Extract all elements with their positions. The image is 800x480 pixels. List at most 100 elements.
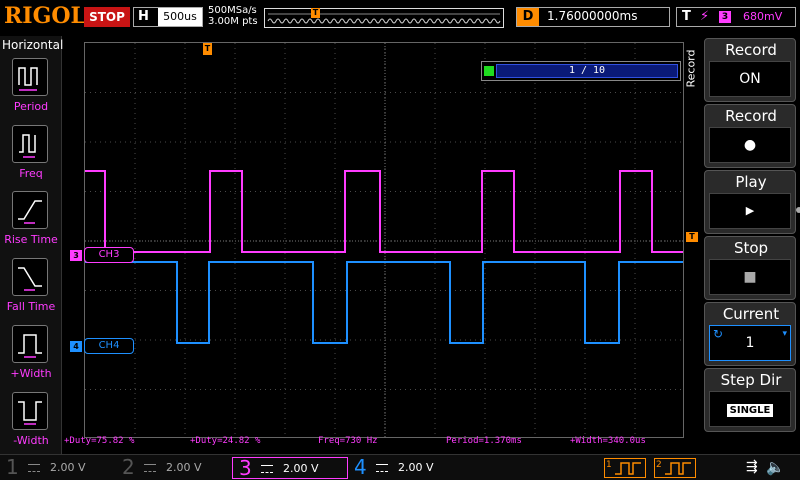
ch1-scale: 2.00 V (50, 461, 86, 474)
ch4-status[interactable]: 4 2.00 V (348, 455, 464, 479)
fall-time-icon (12, 258, 48, 296)
measurement-results: +Duty=75.82 % +Duty=24.82 % Freq=730 Hz … (62, 436, 684, 450)
top-status-bar: RIGOL STOP H 500us 500MSa/s 3.00M pts T … (0, 0, 800, 36)
trigger-level: 680mV (743, 10, 783, 23)
ch3-trace (85, 170, 683, 253)
brand-logo: RIGOL (4, 3, 86, 29)
pos-width-icon (12, 325, 48, 363)
trigger-slot-number: 2 (656, 460, 662, 470)
current-frame-value: ↻ 1 ▾ (709, 325, 791, 361)
scroll-arrows-icon: ▾ (782, 329, 787, 339)
measure-period-button[interactable]: Period (0, 58, 62, 124)
step-direction-button[interactable]: Step Dir SINGLE (704, 368, 796, 432)
record-frame-counter: 1 / 10 (481, 61, 681, 81)
menu-page-dot (796, 207, 800, 213)
play-button[interactable]: Play ▶ (704, 170, 796, 234)
ch4-scale: 2.00 V (398, 461, 434, 474)
current-frame-selector[interactable]: Current ↻ 1 ▾ (704, 302, 796, 366)
measure-label: Fall Time (6, 300, 56, 313)
frame-counter-text: 1 / 10 (496, 64, 678, 78)
ch3-number: 3 (239, 456, 252, 480)
dc-coupling-icon (376, 464, 388, 472)
rising-edge-icon: ⚡ (700, 9, 710, 24)
measure-label: Period (13, 100, 49, 113)
ch4-number: 4 (354, 455, 367, 479)
horizontal-timebase-box[interactable]: H 500us (133, 7, 203, 27)
rotate-knob-icon: ↻ (713, 327, 724, 341)
usb-icon: ⇶ (746, 459, 758, 475)
dc-coupling-icon (261, 465, 273, 473)
delay-box[interactable]: D 1.76000000ms (516, 7, 670, 27)
rise-time-icon (12, 191, 48, 229)
memory-position-bar[interactable]: T (264, 8, 504, 28)
ch1-number: 1 (6, 455, 19, 479)
measure-fall-time-button[interactable]: Fall Time (0, 258, 62, 324)
dc-coupling-icon (28, 464, 40, 472)
dc-coupling-icon (144, 464, 156, 472)
delay-value: 1.76000000ms (547, 9, 638, 23)
trigger-box[interactable]: T ⚡ 3 680mV (676, 7, 796, 27)
trigger-slot-2[interactable]: 2 (654, 458, 696, 478)
record-menu: Record ON Record ● Play ▶ Stop ■ Current… (704, 38, 800, 438)
trigger-level-marker: T (686, 232, 698, 242)
memory-trigger-marker: T (311, 8, 320, 18)
ch2-scale: 2.00 V (166, 461, 202, 474)
waveform-display[interactable] (84, 42, 684, 438)
record-menu-tab[interactable]: Record (684, 42, 704, 102)
current-frame-number: 1 (745, 335, 755, 351)
measure-neg-width-button[interactable]: -Width (0, 392, 62, 458)
record-tab-label: Record (684, 49, 698, 88)
ch2-status[interactable]: 2 2.00 V (116, 455, 232, 479)
menu-item-title: Record (725, 107, 777, 125)
memory-waveform-preview (267, 13, 501, 24)
measurement-result: Period=1.370ms (446, 436, 522, 446)
record-dot-icon: ● (709, 127, 791, 163)
ch2-number: 2 (122, 455, 135, 479)
single-step-icon: SINGLE (726, 404, 774, 417)
waveform-traces (85, 170, 683, 344)
menu-item-title: Record (725, 41, 777, 59)
ch3-status[interactable]: 3 2.00 V (232, 456, 348, 480)
channel-status-bar: 1 2.00 V 2 2.00 V 3 2.00 V 4 2.00 V 1 2 … (0, 454, 800, 480)
stop-playback-button[interactable]: Stop ■ (704, 236, 796, 300)
record-toggle-button[interactable]: Record ON (704, 38, 796, 102)
ch1-status[interactable]: 1 2.00 V (0, 455, 116, 479)
measure-freq-button[interactable]: Freq (0, 125, 62, 191)
sample-info: 500MSa/s 3.00M pts (208, 5, 258, 27)
period-icon (12, 58, 48, 96)
speaker-muted-icon[interactable]: 🔈 (766, 458, 785, 476)
trigger-slot-1[interactable]: 1 (604, 458, 646, 478)
measurement-result: Freq=730 Hz (318, 436, 378, 446)
trigger-time-marker: T (203, 43, 212, 55)
measure-label: Freq (19, 167, 43, 180)
measurement-result: +Width=340.0us (570, 436, 646, 446)
run-stop-button[interactable]: STOP (84, 7, 130, 27)
ch4-label: CH4 (84, 338, 134, 354)
measure-label: Rise Time (4, 233, 58, 246)
measure-label: -Width (13, 434, 49, 447)
record-start-button[interactable]: Record ● (704, 104, 796, 168)
step-dir-value: SINGLE (709, 391, 791, 427)
status-square-icon (484, 66, 494, 76)
measure-menu: Horizontal Period Freq Rise Time Fall Ti… (0, 36, 63, 454)
measurement-result: +Duty=24.82 % (190, 436, 261, 446)
stop-square-icon: ■ (709, 259, 791, 295)
horizontal-label: H (138, 9, 149, 24)
menu-item-title: Stop (733, 239, 769, 257)
ch3-offset-marker[interactable]: 3 (70, 250, 82, 261)
sample-rate: 500MSa/s (208, 5, 257, 16)
measure-rise-time-button[interactable]: Rise Time (0, 191, 62, 257)
freq-icon (12, 125, 48, 163)
play-icon: ▶ (709, 193, 791, 229)
ch4-trace (85, 261, 683, 344)
trigger-slot-number: 1 (606, 460, 612, 470)
delay-label: D (517, 8, 539, 26)
measure-pos-width-button[interactable]: +Width (0, 325, 62, 391)
menu-item-title: Step Dir (720, 371, 782, 389)
timebase-value: 500us (158, 8, 202, 26)
ch3-label: CH3 (84, 247, 134, 263)
measure-label: +Width (10, 367, 52, 380)
ch3-scale: 2.00 V (283, 462, 319, 475)
trigger-source: 3 (719, 11, 731, 23)
ch4-offset-marker[interactable]: 4 (70, 341, 82, 352)
